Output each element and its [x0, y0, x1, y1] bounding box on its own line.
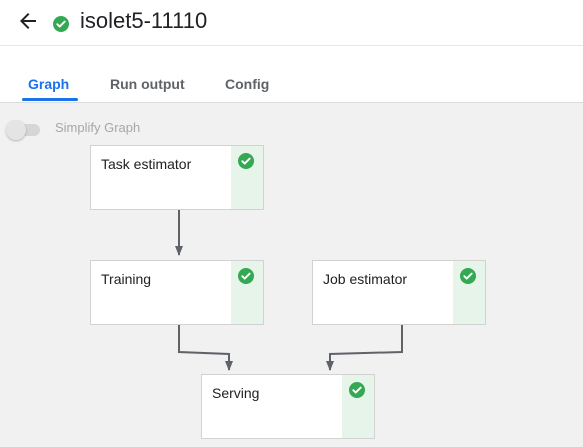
status-strip [231, 146, 263, 209]
node-training[interactable]: Training [90, 260, 264, 325]
node-serving[interactable]: Serving [201, 374, 375, 439]
tab-config[interactable]: Config [225, 76, 269, 92]
node-label: Training [101, 271, 152, 287]
status-strip [231, 261, 263, 324]
page-title: isolet5-11110 [80, 8, 208, 33]
success-check-icon [238, 268, 254, 284]
tab-bar: Graph Run output Config [0, 46, 583, 102]
success-check-icon [53, 16, 69, 32]
edge-job-estimator-to-serving [326, 324, 403, 371]
success-check-icon [460, 268, 476, 284]
active-tab-indicator [22, 98, 78, 101]
edge-training-to-serving [178, 324, 233, 371]
node-task-estimator[interactable]: Task estimator [90, 145, 264, 210]
node-label: Task estimator [101, 156, 192, 172]
status-strip [453, 261, 485, 324]
success-check-icon [238, 153, 254, 169]
back-arrow-icon[interactable] [16, 9, 40, 33]
status-strip [342, 375, 374, 438]
success-check-icon [349, 382, 365, 398]
graph-canvas: Simplify Graph Task estimator Training J… [0, 102, 583, 447]
run-header: isolet5-11110 [0, 0, 583, 46]
tab-run-output[interactable]: Run output [110, 76, 185, 92]
node-label: Serving [212, 385, 260, 401]
node-label: Job estimator [323, 271, 408, 287]
node-job-estimator[interactable]: Job estimator [312, 260, 486, 325]
tab-graph[interactable]: Graph [28, 76, 69, 92]
